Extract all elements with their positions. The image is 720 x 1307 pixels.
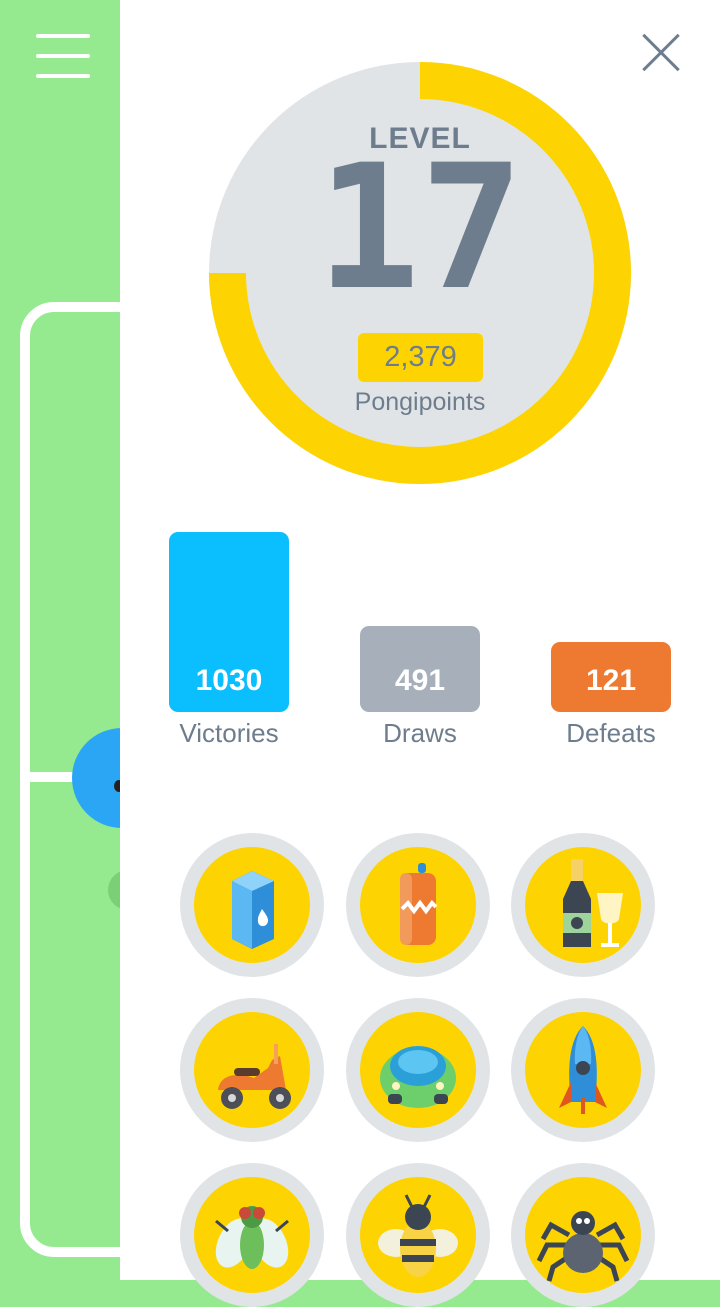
hamburger-menu-icon[interactable] [36, 34, 92, 82]
fly-icon [215, 1206, 289, 1269]
draws-label: Draws [383, 718, 457, 748]
badge-soda[interactable] [346, 833, 490, 977]
badge-scooter[interactable] [180, 998, 324, 1142]
badge-car[interactable] [346, 998, 490, 1142]
badge-spider[interactable] [511, 1163, 655, 1307]
car-icon [380, 1046, 456, 1108]
close-icon[interactable] [640, 32, 682, 74]
victories-bar: 1030 [169, 532, 289, 712]
victories-label: Victories [179, 718, 279, 748]
defeats-bar: 121 [551, 642, 671, 712]
draws-count: 491 [394, 664, 446, 697]
badge-champagne[interactable] [511, 833, 655, 977]
badge-milk[interactable] [180, 833, 324, 977]
milk-carton-icon [232, 871, 274, 949]
points-label: Pongipoints [354, 388, 486, 416]
badge-rocket[interactable] [511, 998, 655, 1142]
champagne-icon [563, 859, 623, 947]
spider-icon [536, 1211, 630, 1282]
defeats-count: 121 [585, 664, 637, 697]
points-value: 2,379 [384, 341, 457, 373]
scooter-icon [218, 1044, 291, 1109]
victories-count: 1030 [195, 664, 263, 697]
bee-icon [378, 1194, 458, 1277]
badge-bee[interactable] [346, 1163, 490, 1307]
defeats-label: Defeats [566, 718, 656, 748]
draws-bar: 491 [360, 626, 480, 712]
badge-fly[interactable] [180, 1163, 324, 1307]
rocket-icon [559, 1026, 607, 1114]
level-number: 17 [316, 127, 524, 328]
soda-can-icon [400, 863, 438, 945]
